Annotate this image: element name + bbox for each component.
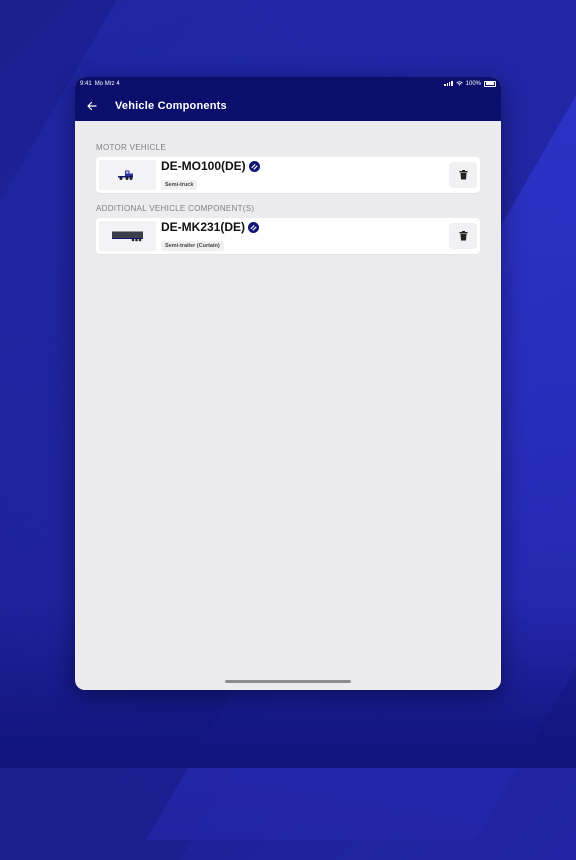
verified-badge-icon <box>248 221 260 233</box>
vehicle-card-motor[interactable]: DE-MO100(DE) Semi-truck <box>96 157 480 193</box>
navigation-bar: Vehicle Components <box>75 90 501 121</box>
wifi-icon <box>455 81 463 86</box>
battery-icon <box>484 80 496 87</box>
trash-icon <box>459 231 467 241</box>
home-indicator[interactable] <box>225 680 351 683</box>
semi-truck-icon <box>117 170 133 180</box>
page-title: Vehicle Components <box>115 99 227 112</box>
status-bar: 9:41 Mo Mrz 4 100% <box>75 77 501 90</box>
license-plate: DE-MK231(DE) <box>161 220 246 234</box>
section-label-additional-components: ADDITIONAL VEHICLE COMPONENT(S) <box>96 204 255 213</box>
delete-button[interactable] <box>449 223 477 249</box>
license-plate: DE-MO100(DE) <box>161 159 246 173</box>
status-date: Mo Mrz 4 <box>94 80 120 87</box>
vehicle-thumbnail <box>99 221 156 251</box>
delete-button[interactable] <box>449 162 477 188</box>
back-button[interactable] <box>83 97 101 115</box>
trash-icon <box>459 170 467 180</box>
verified-badge-icon <box>248 160 260 172</box>
battery-percent: 100% <box>465 80 481 87</box>
trailer-icon <box>111 231 143 242</box>
vehicle-type-chip: Semi-truck <box>161 180 198 190</box>
vehicle-card-trailer[interactable]: DE-MK231(DE) Semi-trailer (Curtain) <box>96 218 480 254</box>
section-label-motor-vehicle: MOTOR VEHICLE <box>96 143 166 152</box>
status-time: 9:41 <box>80 80 92 87</box>
vehicle-type-chip: Semi-trailer (Curtain) <box>161 241 224 251</box>
vehicle-thumbnail <box>99 160 156 190</box>
arrow-left-icon <box>87 101 97 110</box>
tablet-screen: 9:41 Mo Mrz 4 100% Vehicle Components MO… <box>75 77 501 690</box>
main-content: MOTOR VEHICLE DE-MO100(DE) Semi-truck AD… <box>75 121 501 254</box>
cellular-signal-icon <box>444 81 453 86</box>
